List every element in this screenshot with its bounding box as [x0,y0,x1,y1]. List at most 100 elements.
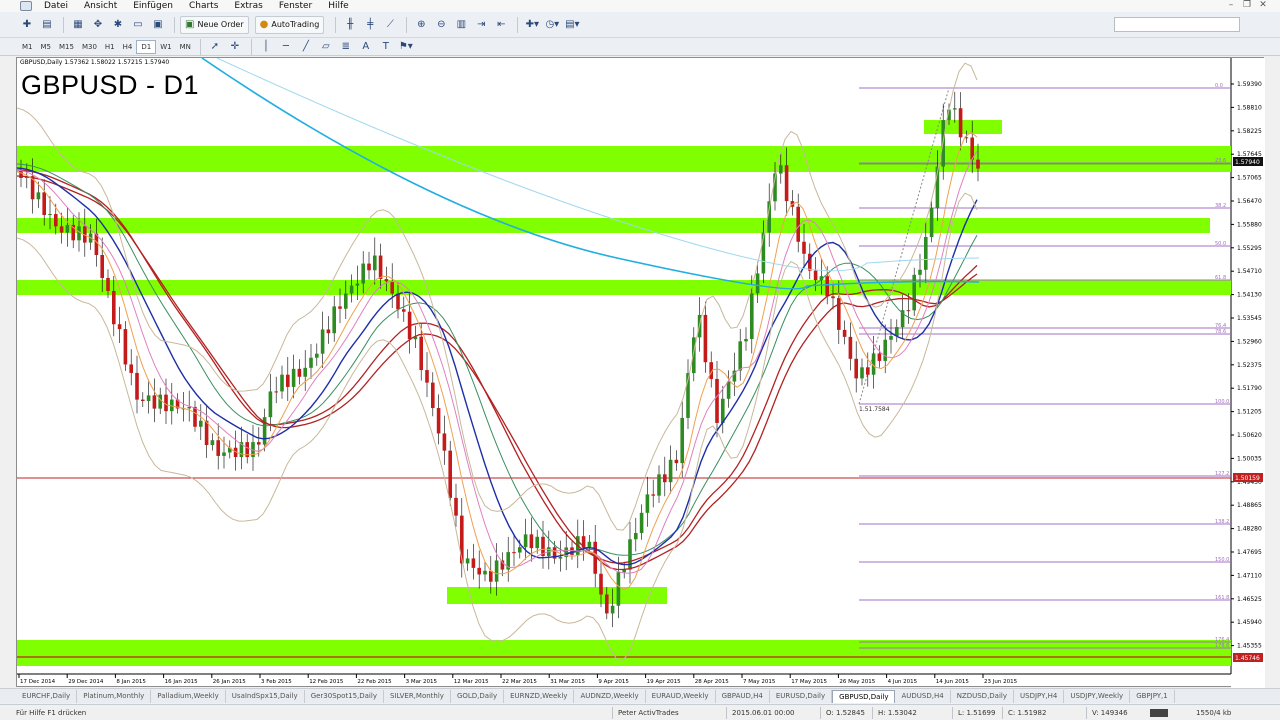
candle-body [703,314,708,363]
crosshair-icon[interactable]: ✛ [226,38,244,56]
candle-body [784,165,789,202]
candle-body [77,226,81,241]
status-volume: V: 149346 [1092,709,1128,717]
chart-tab[interactable]: SILVER,Monthly [384,689,451,703]
time-tick-label: 14 Jun 2015 [936,679,970,685]
terminal-icon[interactable]: ▭ [129,16,147,34]
timeframe-h4[interactable]: H4 [119,40,137,54]
line-chart-icon[interactable]: ⟋ [381,16,399,34]
candlestick-icon[interactable]: ╪ [361,16,379,34]
auto-trading-label: AutoTrading [271,20,320,29]
candle-body [953,108,957,110]
templates-icon[interactable]: ▤▾ [563,16,581,34]
auto-scroll-icon[interactable]: ⇥ [472,16,490,34]
data-window-icon[interactable]: ✥ [89,16,107,34]
candle-body [361,263,365,284]
close-icon[interactable]: ✕ [1256,0,1270,10]
timeframe-m5[interactable]: M5 [37,40,56,54]
menu-charts[interactable]: Charts [181,0,226,12]
bottom-price-tag: 1.45746 [1235,655,1260,662]
chart-tab[interactable]: AUDNZD,Weekly [574,689,646,703]
time-tick-label: 26 May 2015 [839,679,875,685]
support-resistance-zone [17,280,1231,295]
menu-help[interactable]: Hilfe [320,0,356,12]
price-tick-label: 1.58225 [1237,128,1262,135]
standard-toolbar: ✚ ▤ ▦ ✥ ✱ ▭ ▣ ▣ Neue Order ● AutoTrading ╫… [0,12,1280,38]
zoom-out-icon[interactable]: ⊖ [432,16,450,34]
vertical-line-icon[interactable]: │ [257,38,275,56]
menu-file[interactable]: Datei [36,0,76,12]
price-tick-label: 1.55295 [1237,245,1262,252]
chart-tab[interactable]: NZDUSD,Daily [951,689,1015,703]
candle-body [668,459,673,483]
chart-window[interactable]: 1.59390 1.58810 1.58225 1.57645 1.57065 1.564… [16,57,1265,688]
profiles-icon[interactable]: ▤ [38,16,56,34]
minimize-icon[interactable]: – [1224,0,1238,10]
timeframe-h1[interactable]: H1 [101,40,119,54]
menu-view[interactable]: Ansicht [76,0,125,12]
timeframe-d1[interactable]: D1 [136,39,157,54]
price-chart[interactable]: 1.593901.588101.582251.576451.570651.564… [17,58,1265,688]
new-order-button[interactable]: ▣ Neue Order [180,15,249,34]
candle-body [54,214,58,227]
timeframe-w1[interactable]: W1 [156,40,175,54]
status-separator [726,707,727,719]
chart-tab[interactable]: GOLD,Daily [451,689,505,703]
candle-body [48,214,52,216]
search-input[interactable] [1114,17,1240,32]
candle-body [587,541,592,548]
candle-body [204,420,209,446]
chart-tab[interactable]: EURUSD,Daily [770,689,833,703]
timeframe-mn[interactable]: MN [176,40,195,54]
chart-tabs: EURCHF,Daily Platinum,Monthly Palladium,We… [0,688,1280,703]
timeframe-m30[interactable]: M30 [78,40,101,54]
menu-tools[interactable]: Extras [226,0,270,12]
chart-tab[interactable]: Platinum,Monthly [77,689,152,703]
chart-shift-icon[interactable]: ⇤ [492,16,510,34]
arrows-icon[interactable]: ⚑▾ [397,38,415,56]
cursor-icon[interactable]: ➚ [206,38,224,56]
text-label-icon[interactable]: T [377,38,395,56]
chart-tab[interactable]: Palladium,Weekly [151,689,226,703]
chart-tab[interactable]: EURAUD,Weekly [646,689,716,703]
tester-icon[interactable]: ▣ [149,16,167,34]
moving-average-orange [17,131,978,590]
new-chart-icon[interactable]: ✚ [18,16,36,34]
chart-tab[interactable]: EURCHF,Daily [16,689,78,703]
bar-chart-icon[interactable]: ╫ [341,16,359,34]
tile-windows-icon[interactable]: ▥ [452,16,470,34]
chart-tab[interactable]: UsaIndSpx15,Daily [226,689,305,703]
restore-icon[interactable]: ❐ [1240,0,1254,10]
candle-body [286,374,290,387]
chart-tab[interactable]: Ger30Spot15,Daily [305,689,384,703]
menu-window[interactable]: Fenster [271,0,320,12]
candle-body [378,255,383,280]
text-icon[interactable]: A [357,38,375,56]
menu-insert[interactable]: Einfügen [125,0,181,12]
trendline-icon[interactable]: ╱ [297,38,315,56]
chart-tab[interactable]: USDJPY,H4 [1014,689,1065,703]
chart-tab[interactable]: GBPUSD,Daily [832,689,896,703]
timeframe-m15[interactable]: M15 [55,40,78,54]
moving-average-red [17,175,978,571]
market-watch-icon[interactable]: ▦ [69,16,87,34]
timeframe-m1[interactable]: M1 [18,40,37,54]
horizontal-line-icon[interactable]: ─ [277,38,295,56]
chart-tab[interactable]: EURNZD,Weekly [504,689,575,703]
chart-tab[interactable]: GBPJPY,1 [1130,689,1175,703]
candle-body [100,254,104,278]
equidistant-channel-icon[interactable]: ▱ [317,38,335,56]
zoom-in-icon[interactable]: ⊕ [412,16,430,34]
chart-tab[interactable]: AUDUSD,H4 [895,689,951,703]
candle-body [129,364,133,373]
navigator-icon[interactable]: ✱ [109,16,127,34]
status-separator [952,707,953,719]
periods-icon[interactable]: ◷▾ [543,16,561,34]
candle-body [309,357,313,368]
indicators-icon[interactable]: ✚▾ [523,16,541,34]
fibonacci-icon[interactable]: ≣ [337,38,355,56]
time-tick-label: 31 Mar 2015 [550,679,585,685]
chart-tab[interactable]: GBPAUD,H4 [716,689,770,703]
chart-tab[interactable]: USDJPY,Weekly [1064,689,1131,703]
auto-trading-button[interactable]: ● AutoTrading [254,15,325,34]
